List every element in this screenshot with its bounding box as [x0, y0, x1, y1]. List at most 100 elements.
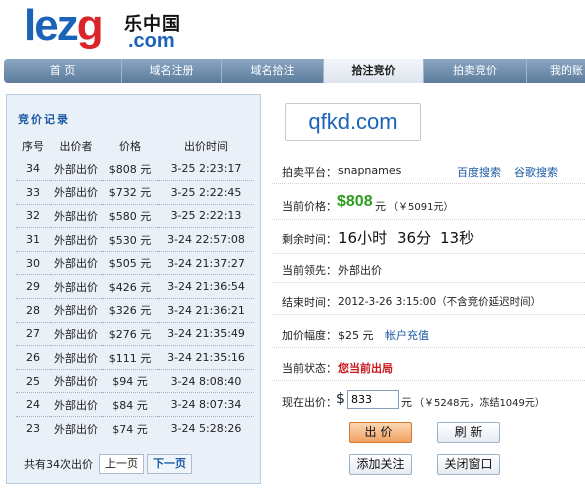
remaining-time-row: 剩余时间： 16小时 36分 13秒 — [272, 222, 585, 254]
bid-unit: 元 — [401, 396, 412, 409]
bid-label: 现在出价： — [282, 396, 337, 409]
cell-bidder: 外部出价 — [50, 227, 102, 252]
cell-price: $732 元 — [102, 180, 158, 205]
prev-page-button[interactable]: 上一页 — [99, 454, 144, 474]
leader-value: 外部出价 — [338, 264, 382, 277]
leader-label: 当前领先： — [282, 264, 337, 277]
cell-no: 23 — [26, 422, 40, 436]
cell-bidder: 外部出价 — [50, 392, 102, 418]
cell-time: 3-24 21:36:21 — [158, 298, 254, 323]
col-header-bidder: 出价者 — [59, 140, 93, 153]
cell-time: 3-24 22:57:08 — [158, 227, 254, 252]
cell-price: $276 元 — [102, 322, 158, 347]
platform-row: 拍卖平台： snapnames 百度搜索 谷歌搜索 — [272, 160, 585, 184]
platform-label: 拍卖平台： — [282, 166, 337, 179]
refresh-button[interactable]: 刷 新 — [437, 422, 500, 443]
cell-no: 30 — [16, 251, 50, 276]
current-price-label: 当前价格： — [282, 200, 337, 213]
table-row: 29 外部出价 $426 元 3-24 21:36:54 — [16, 274, 254, 300]
cell-price: $530 元 — [102, 227, 158, 252]
cell-bidder: 外部出价 — [50, 345, 102, 370]
nav-my-account[interactable]: 我的账 — [527, 59, 585, 83]
table-row: 24 外部出价 $84 元 3-24 8:07:34 — [16, 392, 254, 418]
next-page-button[interactable]: 下一页 — [147, 454, 192, 474]
nav-domain-register[interactable]: 域名注册 — [122, 59, 222, 83]
cell-no: 31 — [16, 227, 50, 252]
remaining-minutes: 36分 — [397, 229, 432, 247]
nav-home[interactable]: 首 页 — [4, 59, 122, 83]
nav-pickup-auction[interactable]: 拾注竞价 — [324, 59, 424, 83]
cell-price: $808 元 — [102, 157, 158, 182]
cell-bidder: 外部出价 — [54, 422, 98, 436]
place-bid-button[interactable]: 出价 — [349, 422, 412, 443]
cell-time: 3-24 21:36:54 — [158, 274, 254, 300]
bid-currency: $ — [336, 391, 345, 407]
table-row: 28 外部出价 $326 元 3-24 21:36:21 — [16, 298, 254, 323]
bid-record-panel: 竞价记录 序号 出价者 价格 出价时间 34 外部出价 $808 元 3-25 2:2… — [6, 94, 261, 484]
cell-price: $111 元 — [102, 345, 158, 370]
nav-domain-pickup[interactable]: 域名拾注 — [222, 59, 324, 83]
bid-record-title: 竞价记录 — [18, 113, 70, 126]
cell-price: $84 元 — [102, 392, 158, 418]
close-window-button[interactable]: 关闭窗口 — [437, 454, 500, 475]
current-price-unit: 元 — [375, 200, 386, 213]
cell-bidder: 外部出价 — [50, 322, 102, 347]
baidu-search-link[interactable]: 百度搜索 — [457, 164, 501, 180]
end-time-value: 2012-3-26 3:15:00（不含竞价延迟时间） — [338, 296, 542, 308]
google-search-link[interactable]: 谷歌搜索 — [514, 164, 558, 180]
cell-time: 3-25 2:23:17 — [158, 157, 254, 182]
remaining-hours: 16小时 — [338, 229, 388, 247]
remaining-seconds: 13秒 — [440, 229, 475, 247]
site-logo[interactable]: lezg 乐中国 .com — [24, 1, 204, 53]
increment-row: 加价幅度： $25 元 帐户充值 — [272, 322, 585, 348]
end-time-row: 结束时间： 2012-3-26 3:15:00（不含竞价延迟时间） — [272, 289, 585, 315]
cell-price: $505 元 — [102, 251, 158, 276]
increment-value: $25 元 — [338, 329, 374, 342]
cell-no: 24 — [16, 392, 50, 418]
cell-time: 3-24 21:37:27 — [158, 251, 254, 276]
table-row: 31 外部出价 $530 元 3-24 22:57:08 — [16, 227, 254, 252]
table-header-row: 序号 出价者 价格 出价时间 — [16, 135, 254, 157]
current-price-row: 当前价格： $808 元 （￥5091元） — [272, 188, 585, 220]
table-row: 30 外部出价 $505 元 3-24 21:37:27 — [16, 251, 254, 276]
table-row: 27 外部出价 $276 元 3-24 21:35:49 — [16, 322, 254, 347]
cell-no: 34 — [16, 157, 50, 182]
cell-no: 28 — [16, 298, 50, 323]
cell-time: 3-24 8:08:40 — [158, 369, 254, 394]
cell-no: 25 — [16, 369, 50, 394]
remaining-time-label: 剩余时间： — [282, 233, 337, 246]
table-row: 34 外部出价 $808 元 3-25 2:23:17 — [16, 157, 254, 182]
table-row: 32 外部出价 $580 元 3-25 2:22:13 — [16, 204, 254, 229]
col-header-no: 序号 — [22, 140, 44, 153]
account-recharge-link[interactable]: 帐户充值 — [385, 327, 429, 343]
pager: 共有34次出价 上一页 下一页 — [24, 453, 254, 475]
cell-time: 3-24 8:07:34 — [158, 392, 254, 418]
current-price-amount: $808 — [337, 193, 373, 210]
logo-wordmark: lezg — [24, 1, 104, 50]
leader-row: 当前领先： 外部出价 — [272, 257, 585, 283]
cell-no: 33 — [16, 180, 50, 205]
platform-value: snapnames — [338, 164, 402, 177]
add-watch-button[interactable]: 添加关注 — [349, 454, 412, 475]
cell-time: 3-24 21:35:16 — [158, 345, 254, 370]
current-price-rmb: （￥5091元） — [388, 202, 454, 213]
table-row: 23 外部出价 $74 元 3-24 5:28:26 — [16, 417, 254, 441]
cell-bidder: 外部出价 — [50, 157, 102, 182]
cell-time: 3-24 5:28:26 — [170, 422, 242, 436]
cell-no: 29 — [16, 274, 50, 300]
cell-no: 27 — [16, 322, 50, 347]
end-time-label: 结束时间： — [282, 296, 337, 309]
cell-bidder: 外部出价 — [50, 369, 102, 394]
cell-price: $580 元 — [102, 204, 158, 229]
cell-price: $426 元 — [102, 274, 158, 300]
increment-label: 加价幅度： — [282, 329, 337, 342]
status-label: 当前状态： — [282, 362, 337, 375]
table-row: 26 外部出价 $111 元 3-24 21:35:16 — [16, 345, 254, 370]
bid-amount-input[interactable] — [347, 390, 399, 409]
nav-auction-bidding[interactable]: 拍卖竞价 — [424, 59, 527, 83]
col-header-price: 价格 — [119, 140, 141, 153]
table-row: 33 外部出价 $732 元 3-25 2:22:45 — [16, 180, 254, 205]
cell-bidder: 外部出价 — [50, 204, 102, 229]
cell-price: $74 元 — [112, 422, 148, 436]
cell-bidder: 外部出价 — [50, 251, 102, 276]
